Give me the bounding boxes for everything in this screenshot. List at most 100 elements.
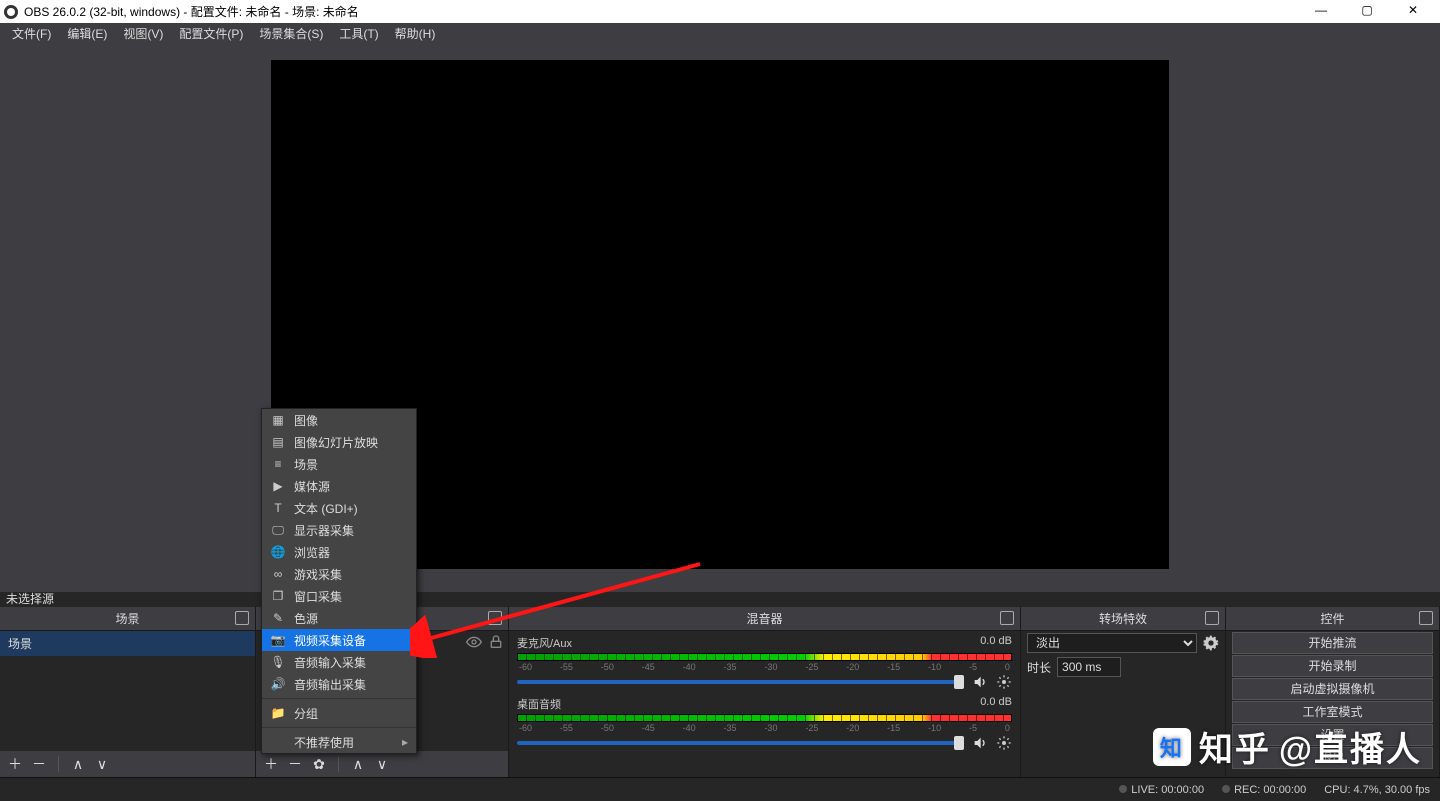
gear-icon[interactable]	[996, 735, 1012, 751]
context-menu-item[interactable]: ▦图像	[262, 409, 416, 431]
context-menu-item[interactable]: ∞游戏采集	[262, 563, 416, 585]
popout-icon[interactable]	[1419, 611, 1433, 625]
popout-icon[interactable]	[488, 611, 502, 625]
context-menu-item[interactable]: 📷视频采集设备	[262, 629, 416, 651]
maximize-button[interactable]: ▢	[1344, 0, 1390, 23]
mixer-channel: 桌面音频0.0 dB -60-55-50-45-40-35-30-25-20-1…	[509, 692, 1020, 753]
context-menu-item[interactable]: ▶ 媒体源	[262, 475, 416, 497]
play-icon: ▶	[270, 478, 286, 494]
close-button[interactable]: ✕	[1390, 0, 1436, 23]
context-item-label: 分组	[294, 705, 318, 722]
menu-item[interactable]: 场景集合(S)	[251, 23, 331, 45]
context-menu-item[interactable]: 📁分组	[262, 702, 416, 724]
scene-item[interactable]: 场景	[0, 631, 255, 656]
context-menu-item[interactable]: ▤图像幻灯片放映	[262, 431, 416, 453]
scene-up-button[interactable]: ∧	[69, 756, 87, 773]
context-item-label: 文本 (GDI+)	[294, 500, 358, 517]
add-scene-button[interactable]: ＋	[6, 754, 24, 774]
speaker-icon[interactable]	[972, 674, 988, 690]
context-item-label: 音频输入采集	[294, 654, 366, 671]
zhihu-logo-icon: 知	[1153, 728, 1191, 766]
transitions-header: 转场特效	[1021, 607, 1225, 631]
context-item-label: 场景	[294, 456, 318, 473]
transitions-title: 转场特效	[1099, 610, 1147, 627]
broadcast-icon	[1119, 785, 1127, 793]
menu-item[interactable]: 配置文件(P)	[171, 23, 251, 45]
menu-item[interactable]: 帮助(H)	[387, 23, 444, 45]
context-menu-item[interactable]: 🔊音频输出采集	[262, 673, 416, 695]
mixer-body: 麦克风/Aux0.0 dB -60-55-50-45-40-35-30-25-2…	[509, 631, 1020, 777]
image-icon: ▦	[270, 412, 286, 428]
volume-slider[interactable]	[517, 741, 964, 745]
remove-source-button[interactable]: －	[286, 754, 304, 774]
context-menu-item[interactable]: ≡ 场景	[262, 453, 416, 475]
status-bar: LIVE: 00:00:00 REC: 00:00:00 CPU: 4.7%, …	[0, 777, 1440, 801]
watermark: 知 知乎 @直播人	[1153, 722, 1422, 771]
speaker-icon[interactable]	[972, 735, 988, 751]
source-up-button[interactable]: ∧	[349, 756, 367, 773]
zhihu-text: 知乎	[1199, 722, 1271, 771]
control-button[interactable]: 工作室模式	[1232, 701, 1433, 723]
minimize-button[interactable]: —	[1298, 0, 1344, 23]
volume-slider[interactable]	[517, 680, 964, 684]
context-menu-item[interactable]: ❐ 窗口采集	[262, 585, 416, 607]
eye-icon[interactable]	[466, 634, 482, 650]
context-menu-item[interactable]: 🖵显示器采集	[262, 519, 416, 541]
menu-item[interactable]: 工具(T)	[331, 23, 386, 45]
menu-item[interactable]: 文件(F)	[4, 23, 59, 45]
add-source-button[interactable]: ＋	[262, 754, 280, 774]
popout-icon[interactable]	[235, 611, 249, 625]
camera-icon: 📷	[270, 632, 286, 648]
source-down-button[interactable]: ∨	[373, 756, 391, 773]
app-icon	[4, 5, 18, 19]
lock-icon[interactable]	[488, 634, 504, 650]
window-icon: ❐	[270, 588, 286, 604]
context-item-label: 媒体源	[294, 478, 330, 495]
popout-icon[interactable]	[1205, 611, 1219, 625]
gamepad-icon: ∞	[270, 566, 286, 582]
transition-select[interactable]: 淡出	[1027, 633, 1197, 653]
workspace	[0, 45, 1440, 592]
context-item-label: 窗口采集	[294, 588, 342, 605]
mixer-title: 混音器	[746, 610, 782, 627]
mic-icon: 🎙	[270, 654, 286, 670]
controls-header: 控件	[1226, 607, 1439, 631]
control-button[interactable]: 启动虚拟摄像机	[1232, 678, 1433, 700]
globe-icon: 🌐	[270, 544, 286, 560]
scene-icon: ≡	[270, 456, 286, 472]
duration-input[interactable]	[1057, 657, 1121, 677]
meter-ticks: -60-55-50-45-40-35-30-25-20-15-10-50	[517, 662, 1012, 672]
add-source-context-menu[interactable]: ▦图像▤图像幻灯片放映 ≡ 场景 ▶ 媒体源 T 文本 (GDI+) 🖵显示器采集🌐浏览器∞游…	[261, 408, 417, 754]
gear-icon[interactable]	[996, 674, 1012, 690]
remove-scene-button[interactable]: －	[30, 754, 48, 774]
gear-icon[interactable]	[1203, 635, 1219, 651]
channel-name: 桌面音频	[517, 696, 561, 712]
source-props-button[interactable]: ✿	[310, 756, 328, 773]
scenes-panel: 场景 场景 ＋ － ∧ ∨	[0, 607, 256, 777]
live-status: LIVE: 00:00:00	[1119, 784, 1204, 796]
scenes-title: 场景	[115, 610, 139, 627]
scene-down-button[interactable]: ∨	[93, 756, 111, 773]
popout-icon[interactable]	[1000, 611, 1014, 625]
control-button[interactable]: 开始推流	[1232, 632, 1433, 654]
text-icon: T	[270, 500, 286, 516]
chevron-right-icon: ▸	[402, 735, 408, 749]
menu-item[interactable]: 编辑(E)	[59, 23, 115, 45]
scenes-body[interactable]: 场景	[0, 631, 255, 751]
context-menu-item[interactable]: 🌐浏览器	[262, 541, 416, 563]
window-titlebar: OBS 26.0.2 (32-bit, windows) - 配置文件: 未命名…	[0, 0, 1440, 23]
context-item-label: 色源	[294, 610, 318, 627]
controls-title: 控件	[1320, 610, 1344, 627]
menu-bar: 文件(F)编辑(E)视图(V)配置文件(P)场景集合(S)工具(T)帮助(H)	[0, 23, 1440, 45]
duration-label: 时长	[1027, 659, 1051, 676]
menu-item[interactable]: 视图(V)	[115, 23, 171, 45]
control-button[interactable]: 开始录制	[1232, 655, 1433, 677]
context-menu-item[interactable]: ✎色源	[262, 607, 416, 629]
context-menu-item[interactable]: T 文本 (GDI+)	[262, 497, 416, 519]
slide-icon: ▤	[270, 434, 286, 450]
vu-meter	[517, 714, 1012, 722]
meter-ticks: -60-55-50-45-40-35-30-25-20-15-10-50	[517, 723, 1012, 733]
mixer-header: 混音器	[509, 607, 1020, 631]
context-menu-item[interactable]: 🎙 音频输入采集	[262, 651, 416, 673]
context-menu-item[interactable]: 不推荐使用▸	[262, 731, 416, 753]
